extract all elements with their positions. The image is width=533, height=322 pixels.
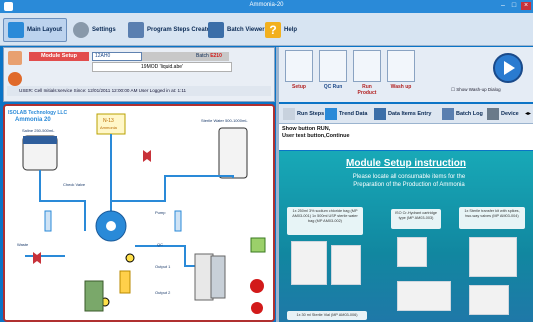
module-icon (8, 72, 22, 86)
waste-label: Sterile Water 500-1000mL (201, 118, 248, 123)
module-setup-label: Module Setup (29, 52, 89, 61)
user-icon (8, 51, 22, 65)
help-button[interactable]: ? Help (265, 18, 297, 42)
consumable-item: ISO Cr-Hydrant cartridge type (MP AM03-0… (391, 209, 441, 229)
company-name: ISOLAB Technology LLC (8, 110, 67, 116)
setup-icon (285, 50, 313, 82)
log-line: User test button,Continue (282, 133, 350, 139)
instruction-subtitle: Please locate all consumable items for t… (352, 174, 466, 188)
hot-cell (194, 253, 214, 301)
user-status: USER: Cell Initials:service Since: 12/01… (7, 86, 271, 96)
trend-data-icon (325, 108, 337, 120)
tab-bar: Run Steps Trend Data Data Items Entry Ba… (279, 104, 533, 124)
cartridge-photo (397, 237, 427, 267)
wash-up-step-button[interactable]: Wash up (387, 50, 415, 93)
saline-label: Saline 250-500mL (22, 128, 55, 133)
close-button[interactable]: × (521, 2, 531, 10)
consumable-item: 1x 30 ml Sterile Vial (MP AM03-006) (287, 311, 367, 320)
main-layout-label: Main Layout (27, 27, 63, 33)
question-icon: ? (265, 22, 281, 38)
wash-up-icon (387, 50, 415, 82)
tab-device[interactable]: Device (487, 106, 519, 122)
qc-run-icon (319, 50, 347, 82)
product-name: Ammonia 20 (15, 117, 51, 123)
run-product-step-button[interactable]: Run Product (353, 50, 381, 96)
batch-viewer-button[interactable]: Batch Viewer (208, 18, 265, 42)
cartridge (119, 270, 131, 294)
title-bar: Ammonia-20 – □ × (0, 0, 533, 13)
transfer-kit-photo (469, 237, 517, 277)
play-icon (504, 61, 515, 75)
flow-diagram-svg: Saline 250-500mL Sterile Water 500-1000m… (5, 106, 273, 320)
diagram-label: Waste (17, 242, 29, 247)
tab-batch-log[interactable]: Batch Log (442, 106, 483, 122)
device-icon (487, 108, 499, 120)
consumable-item: 1x Sterile transfer kit with spikes, two… (459, 207, 525, 229)
dose-calibrator (84, 280, 104, 312)
main-layout-button[interactable]: Main Layout (3, 18, 68, 42)
batch-viewer-label: Batch Viewer (227, 27, 265, 33)
viewer-icon (208, 22, 224, 38)
run-product-icon (353, 50, 381, 82)
settings-button[interactable]: Settings (73, 18, 116, 42)
source-sub-label: Ammonia (100, 125, 118, 130)
description-field: 19MOD 'liquid.abe' (92, 62, 232, 72)
home-icon (8, 22, 24, 38)
diagram-label: QC (157, 242, 163, 247)
diagram-label: Pump (155, 210, 166, 215)
n13-source-box (96, 113, 126, 135)
sterile-water-bottle (218, 127, 248, 179)
program-steps-creator-button[interactable]: Program Steps Creator (128, 18, 213, 42)
splitter[interactable] (276, 47, 279, 322)
abort-icon[interactable] (251, 302, 263, 314)
module-id-field[interactable]: 12AH0 (92, 52, 142, 61)
stop-icon[interactable] (250, 279, 264, 293)
saline-bag-photo (291, 241, 327, 285)
instruction-panel: Module Setup instruction Please locate a… (279, 151, 533, 322)
gear-icon (73, 22, 89, 38)
setup-step-button[interactable]: Setup (285, 50, 313, 93)
consumable-item: 1x 250ml 3% sodium chloride bag (MP AM03… (287, 207, 363, 235)
water-bag-photo (331, 245, 361, 285)
diagram-label: Check Valve (63, 182, 86, 187)
tab-data-items-entry[interactable]: Data Items Entry (374, 106, 431, 122)
tab-scroll-arrows[interactable]: ◂▸ (525, 110, 531, 117)
syringe-1 (44, 210, 52, 232)
confirm-check-icon[interactable] (250, 237, 266, 253)
wash-up-dialog-checkbox[interactable]: ☐ Show Wash-up Dialog (451, 87, 501, 93)
radiation-icon (125, 253, 135, 263)
main-toolbar: Main Layout Settings Program Steps Creat… (0, 13, 533, 46)
process-diagram: Saline 250-500mL Sterile Water 500-1000m… (3, 104, 275, 322)
settings-label: Settings (92, 27, 116, 33)
diagram-label: Output 2 (155, 290, 171, 295)
program-steps-creator-label: Program Steps Creator (147, 27, 213, 33)
run-log: Show button RUN, User test button,Contin… (279, 124, 533, 150)
log-line: Show button RUN, (282, 126, 331, 132)
run-step-panel: Setup QC Run Run Product Wash up ☐ Show … (279, 47, 533, 102)
source-label: N-13 (103, 118, 114, 124)
batch-label: Batch E210 (196, 53, 222, 59)
play-button[interactable] (493, 53, 523, 83)
minimize-button[interactable]: – (499, 2, 507, 10)
tab-trend-data[interactable]: Trend Data (325, 106, 367, 122)
pencil-icon (128, 22, 144, 38)
vial-photo (469, 285, 509, 315)
diagram-label: Output 1 (155, 264, 171, 269)
batch-log-icon (442, 108, 454, 120)
syringes-photo (397, 281, 451, 311)
maximize-button[interactable]: □ (510, 2, 518, 10)
tab-run-steps[interactable]: Run Steps (283, 106, 324, 122)
syringe-2 (174, 210, 182, 232)
module-setup-panel: Module Setup 12AH0 Batch E210 19MOD 'liq… (3, 47, 275, 102)
instruction-title: Module Setup instruction (346, 158, 466, 169)
data-items-icon (374, 108, 386, 120)
qc-run-step-button[interactable]: QC Run (319, 50, 347, 93)
window-title: Ammonia-20 (249, 2, 284, 8)
help-label: Help (284, 27, 298, 33)
run-steps-icon (283, 108, 295, 120)
